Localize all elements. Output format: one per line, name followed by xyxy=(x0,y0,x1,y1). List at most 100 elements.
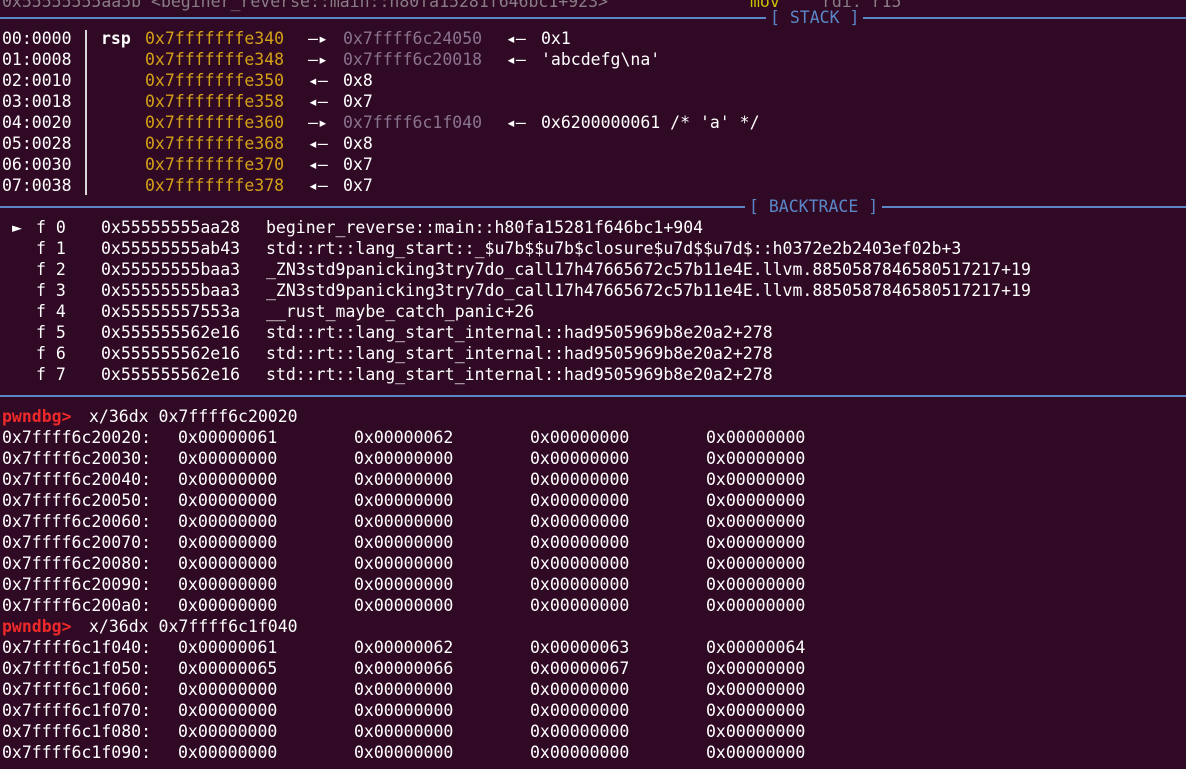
memory-word: 0x00000000 xyxy=(706,596,806,615)
frame-address: 0x555555562e16 xyxy=(101,344,241,363)
stack-row: 05:0028 0x7fffffffe368 ◂— 0x8 xyxy=(2,133,373,154)
value-arrow: ◂— xyxy=(308,155,328,174)
memory-row: 0x7ffff6c20090: 0x00000000 0x00000000 0x… xyxy=(2,574,805,595)
memory-word: 0x00000000 xyxy=(530,680,630,699)
memory-word: 0x00000000 xyxy=(178,596,278,615)
pointer-arrow: —▸ xyxy=(308,113,328,132)
frame-index: f 0 xyxy=(36,218,66,237)
stack-row: 01:0008 0x7fffffffe348 —▸ 0x7ffff6c20018… xyxy=(2,49,660,70)
stack-value: 0x8 xyxy=(343,134,373,153)
memory-address: 0x7ffff6c1f060: xyxy=(2,680,152,699)
memory-row: 0x7ffff6c1f080: 0x00000000 0x00000000 0x… xyxy=(2,721,805,742)
stack-address: 0x7fffffffe340 xyxy=(145,29,285,48)
command-text: x/36dx 0x7ffff6c20020 xyxy=(89,407,298,426)
command-line[interactable]: pwndbg> x/36dx 0x7ffff6c20020 xyxy=(2,406,298,427)
frame-index: f 7 xyxy=(36,365,66,384)
memory-row: 0x7ffff6c20050: 0x00000000 0x00000000 0x… xyxy=(2,490,805,511)
stack-row: 07:0038 0x7fffffffe378 ◂— 0x7 xyxy=(2,175,373,196)
memory-word: 0x00000000 xyxy=(354,596,454,615)
memory-word: 0x00000000 xyxy=(354,575,454,594)
memory-row: 0x7ffff6c20040: 0x00000000 0x00000000 0x… xyxy=(2,469,805,490)
memory-word: 0x00000000 xyxy=(178,449,278,468)
stack-offset: 03:0018 xyxy=(2,92,72,111)
memory-address: 0x7ffff6c20030: xyxy=(2,449,152,468)
stack-pointer-target: 0x7ffff6c20018 xyxy=(343,50,483,69)
command-line[interactable]: pwndbg> x/36dx 0x7ffff6c1f040 xyxy=(2,616,298,637)
stack-row: 06:0030 0x7fffffffe370 ◂— 0x7 xyxy=(2,154,373,175)
memory-address: 0x7ffff6c20070: xyxy=(2,533,152,552)
memory-word: 0x00000064 xyxy=(706,638,806,657)
frame-index: f 6 xyxy=(36,344,66,363)
memory-address: 0x7ffff6c20020: xyxy=(2,428,152,447)
memory-word: 0x00000000 xyxy=(706,701,806,720)
stack-value: 0x6200000061 /* 'a' */ xyxy=(541,113,760,132)
memory-word: 0x00000000 xyxy=(706,722,806,741)
value-arrow: ◂— xyxy=(506,50,526,69)
stack-value: 'abcdefg\na' xyxy=(541,50,661,69)
memory-word: 0x00000000 xyxy=(178,470,278,489)
stack-address: 0x7fffffffe378 xyxy=(145,176,285,195)
stack-value: 0x8 xyxy=(343,71,373,90)
memory-address: 0x7ffff6c1f050: xyxy=(2,659,152,678)
value-arrow: ◂— xyxy=(308,71,328,90)
frame-index: f 2 xyxy=(36,260,66,279)
stack-register: rsp xyxy=(101,29,131,48)
memory-word: 0x00000000 xyxy=(530,701,630,720)
memory-word: 0x00000000 xyxy=(178,575,278,594)
stack-offset: 05:0028 xyxy=(2,134,72,153)
memory-address: 0x7ffff6c1f040: xyxy=(2,638,152,657)
backtrace-frame: f 6 0x555555562e16 std::rt::lang_start_i… xyxy=(2,343,773,364)
memory-address: 0x7ffff6c20050: xyxy=(2,491,152,510)
backtrace-frame: f 4 0x55555557553a __rust_maybe_catch_pa… xyxy=(2,301,534,322)
stack-offset-divider xyxy=(85,30,87,195)
memory-row: 0x7ffff6c1f090: 0x00000000 0x00000000 0x… xyxy=(2,742,805,763)
frame-address: 0x55555555aa28 xyxy=(101,218,241,237)
memory-row: 0x7ffff6c1f060: 0x00000000 0x00000000 0x… xyxy=(2,679,805,700)
stack-value: 0x1 xyxy=(541,29,571,48)
memory-word: 0x00000000 xyxy=(706,554,806,573)
memory-word: 0x00000000 xyxy=(178,680,278,699)
terminal-window[interactable]: 0x55555555aa5b <beginer_reverse::main::h… xyxy=(0,0,1186,769)
memory-word: 0x00000000 xyxy=(706,659,806,678)
pointer-arrow: —▸ xyxy=(308,29,328,48)
memory-word: 0x00000000 xyxy=(706,470,806,489)
memory-word: 0x00000000 xyxy=(706,491,806,510)
stack-row: 00:0000 rsp 0x7fffffffe340 —▸ 0x7ffff6c2… xyxy=(2,28,571,49)
value-arrow: ◂— xyxy=(308,92,328,111)
stack-row: 02:0010 0x7fffffffe350 ◂— 0x8 xyxy=(2,70,373,91)
memory-word: 0x00000000 xyxy=(354,491,454,510)
memory-row: 0x7ffff6c1f050: 0x00000065 0x00000066 0x… xyxy=(2,658,805,679)
memory-word: 0x00000000 xyxy=(178,722,278,741)
memory-address: 0x7ffff6c20060: xyxy=(2,512,152,531)
memory-row: 0x7ffff6c20080: 0x00000000 0x00000000 0x… xyxy=(2,553,805,574)
memory-word: 0x00000000 xyxy=(354,701,454,720)
memory-word: 0x00000000 xyxy=(530,470,630,489)
stack-address: 0x7fffffffe348 xyxy=(145,50,285,69)
memory-address: 0x7ffff6c20080: xyxy=(2,554,152,573)
stack-address: 0x7fffffffe350 xyxy=(145,71,285,90)
memory-word: 0x00000000 xyxy=(706,428,806,447)
memory-word: 0x00000000 xyxy=(354,470,454,489)
backtrace-frame: f 5 0x555555562e16 std::rt::lang_start_i… xyxy=(2,322,773,343)
memory-word: 0x00000000 xyxy=(354,722,454,741)
frame-symbol: std::rt::lang_start_internal::had9505969… xyxy=(266,365,773,384)
memory-word: 0x00000061 xyxy=(178,428,278,447)
stack-value: 0x7 xyxy=(343,92,373,111)
memory-word: 0x00000000 xyxy=(178,554,278,573)
frame-address: 0x555555562e16 xyxy=(101,365,241,384)
stack-pointer-target: 0x7ffff6c24050 xyxy=(343,29,483,48)
memory-word: 0x00000000 xyxy=(706,743,806,762)
frame-address: 0x555555562e16 xyxy=(101,323,241,342)
memory-word: 0x00000000 xyxy=(178,743,278,762)
memory-word: 0x00000000 xyxy=(706,533,806,552)
stack-offset: 01:0008 xyxy=(2,50,72,69)
stack-title: [ STACK ] xyxy=(766,7,864,28)
frame-index: f 3 xyxy=(36,281,66,300)
frame-address: 0x55555555baa3 xyxy=(101,281,241,300)
pwndbg-prompt: pwndbg> xyxy=(2,407,72,426)
memory-word: 0x00000065 xyxy=(178,659,278,678)
memory-word: 0x00000000 xyxy=(178,512,278,531)
memory-word: 0x00000000 xyxy=(706,449,806,468)
value-arrow: ◂— xyxy=(308,134,328,153)
command-text: x/36dx 0x7ffff6c1f040 xyxy=(89,617,298,636)
